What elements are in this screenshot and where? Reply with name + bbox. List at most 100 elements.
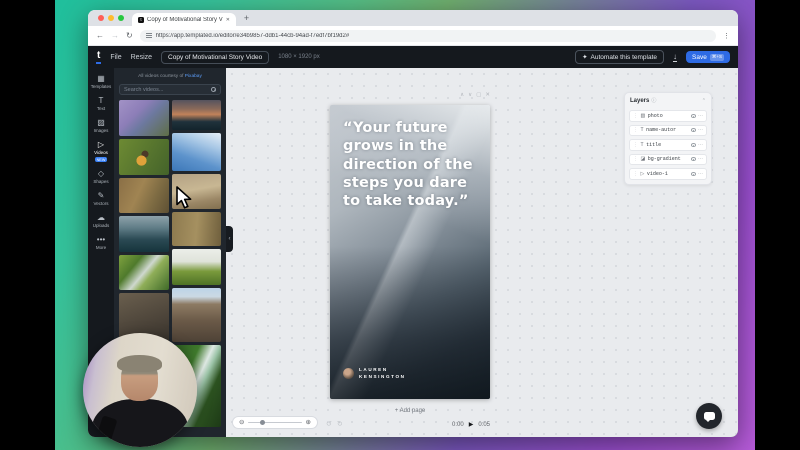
visibility-eye-icon[interactable] [691, 128, 696, 132]
browser-toolbar: ← → ↻ https://app.templated.io/editor/e3… [88, 26, 738, 46]
sidebar-item-text[interactable]: TText [97, 96, 105, 111]
resize-menu[interactable]: Resize [131, 54, 152, 61]
redo-icon[interactable]: ↻ [337, 420, 343, 428]
visibility-eye-icon[interactable] [691, 143, 696, 147]
move-down-icon[interactable]: ∨ [468, 92, 472, 98]
sidebar-item-vectors[interactable]: ✎Vectors [93, 191, 108, 206]
search-icon[interactable] [211, 87, 216, 92]
sidebar-item-templates[interactable]: ▦Templates [91, 74, 112, 89]
lion-walking-video[interactable] [119, 178, 169, 213]
reload-icon[interactable]: ↻ [126, 31, 133, 40]
tab-close-icon[interactable]: ✕ [226, 17, 230, 23]
author-last-name: KENSINGTON [359, 374, 406, 379]
wheat-field-video[interactable] [172, 212, 222, 246]
add-page-button[interactable]: + Add page [330, 408, 490, 414]
drag-handle-icon[interactable]: ⋮ [633, 113, 638, 119]
layer-row-bg-gradient[interactable]: ⋮◪bg-gradient⋯ [629, 154, 707, 166]
mossy-stream-video[interactable] [119, 255, 169, 290]
site-settings-icon[interactable] [146, 33, 152, 38]
browser-tab[interactable]: t Copy of Motivational Story V ✕ [132, 13, 236, 26]
layer-more-icon[interactable]: ⋯ [698, 171, 703, 177]
layer-more-icon[interactable]: ⋯ [698, 156, 703, 162]
grass-sky-video[interactable] [172, 249, 222, 285]
zoom-slider[interactable] [248, 422, 301, 424]
automate-template-button[interactable]: ✦ Automate this template [575, 50, 664, 64]
layer-row-name-autor[interactable]: ⋮Tname-autor⋯ [629, 125, 707, 137]
sidebar-item-more[interactable]: •••More [96, 235, 106, 250]
document-title-field[interactable]: Copy of Motivational Story Video [161, 51, 269, 64]
layer-more-icon[interactable]: ⋯ [698, 142, 703, 148]
layer-type-icon: ◪ [641, 156, 646, 162]
new-tab-button[interactable]: + [244, 13, 249, 23]
layer-more-icon[interactable]: ⋯ [698, 127, 703, 133]
layers-title: Layers [630, 98, 649, 104]
video-search-input[interactable] [124, 87, 208, 93]
purple-flowers-video[interactable] [119, 100, 169, 136]
save-button[interactable]: Save ⌘+S [686, 51, 730, 63]
drag-handle-icon[interactable]: ⋮ [633, 171, 638, 177]
zoom-window-button[interactable] [118, 15, 124, 21]
pixabay-link[interactable]: Pixabay [185, 74, 202, 79]
zoom-in-icon[interactable]: ⊕ [306, 420, 311, 426]
minimize-window-button[interactable] [108, 15, 114, 21]
panel-collapse-handle[interactable]: ‹ [226, 226, 233, 252]
info-icon: ⓘ [651, 97, 656, 104]
new-badge: NEW [95, 157, 108, 162]
templates-icon: ▦ [97, 74, 105, 83]
layer-type-icon: T [641, 142, 644, 148]
templated-logo[interactable]: t [96, 51, 101, 64]
move-up-icon[interactable]: ∧ [460, 92, 464, 98]
chevron-left-icon: ‹ [229, 236, 231, 242]
collapse-panel-icon[interactable]: ⌃ [702, 98, 706, 104]
desert-canyon-video[interactable] [172, 288, 222, 342]
drag-handle-icon[interactable]: ⋮ [633, 156, 638, 162]
quote-text-layer[interactable]: “Your future grows in the direction of t… [343, 119, 482, 210]
drag-handle-icon[interactable]: ⋮ [633, 142, 638, 148]
close-window-button[interactable] [98, 15, 104, 21]
browser-tabstrip: t Copy of Motivational Story V ✕ + [88, 10, 738, 26]
sidebar-item-videos[interactable]: ▷VideosNEW [94, 140, 108, 162]
sidebar-item-images[interactable]: ▨Images [94, 118, 109, 133]
layer-type-icon: ▨ [641, 113, 646, 119]
visibility-eye-icon[interactable] [691, 114, 696, 118]
layers-header: Layers ⓘ ⌃ [629, 97, 707, 107]
zoom-out-icon[interactable]: ⊖ [239, 420, 244, 426]
coastal-dusk-video[interactable] [119, 216, 169, 252]
chat-widget-button[interactable] [696, 403, 722, 429]
file-menu[interactable]: File [110, 54, 121, 61]
undo-icon[interactable]: ↺ [326, 420, 332, 428]
artboard-action-icons: ∧ ∨ ▢ ✕ [330, 92, 490, 98]
videos-icon: ▷ [98, 140, 104, 149]
sidebar-item-label: Vectors [93, 201, 108, 206]
layer-row-video-1[interactable]: ⋮▷video-1⋯ [629, 168, 707, 180]
sidebar-item-uploads[interactable]: ☁Uploads [93, 213, 110, 228]
mouse-cursor [176, 186, 193, 210]
sidebar-item-shapes[interactable]: ◇Shapes [93, 169, 108, 184]
layer-row-title[interactable]: ⋮Ttitle⋯ [629, 139, 707, 151]
layer-row-photo[interactable]: ⋮▨photo⋯ [629, 110, 707, 122]
video-search-box[interactable] [119, 84, 221, 95]
visibility-eye-icon[interactable] [691, 172, 696, 176]
sidebar-item-label: Images [94, 128, 109, 133]
credit-text: All videos courtesy of [138, 74, 183, 79]
snow-clouds-video[interactable] [172, 133, 222, 171]
visibility-eye-icon[interactable] [691, 157, 696, 161]
window-controls [98, 10, 124, 26]
layers-list: ⋮▨photo⋯ ⋮Tname-autor⋯ ⋮Ttitle⋯ ⋮◪bg-gradie… [629, 110, 707, 180]
butterfly-flower-video[interactable] [119, 139, 169, 175]
delete-icon[interactable]: ✕ [485, 92, 490, 98]
layer-more-icon[interactable]: ⋯ [698, 113, 703, 119]
design-artboard[interactable]: “Your future grows in the direction of t… [330, 105, 490, 399]
save-label: Save [692, 54, 707, 61]
author-layer[interactable]: LAUREN KENSINGTON [343, 367, 406, 379]
forward-icon[interactable]: → [111, 31, 119, 40]
zoom-slider-knob[interactable] [260, 420, 265, 425]
duplicate-icon[interactable]: ▢ [476, 92, 481, 98]
sunset-ocean-video[interactable] [172, 100, 222, 130]
address-bar[interactable]: https://app.templated.io/editor/e34b9857… [140, 30, 716, 42]
drag-handle-icon[interactable]: ⋮ [633, 127, 638, 133]
play-icon[interactable]: ▶ [469, 421, 474, 428]
back-icon[interactable]: ← [96, 31, 104, 40]
download-icon[interactable]: ↓ [673, 53, 677, 61]
browser-menu-icon[interactable]: ⋮ [723, 32, 730, 40]
